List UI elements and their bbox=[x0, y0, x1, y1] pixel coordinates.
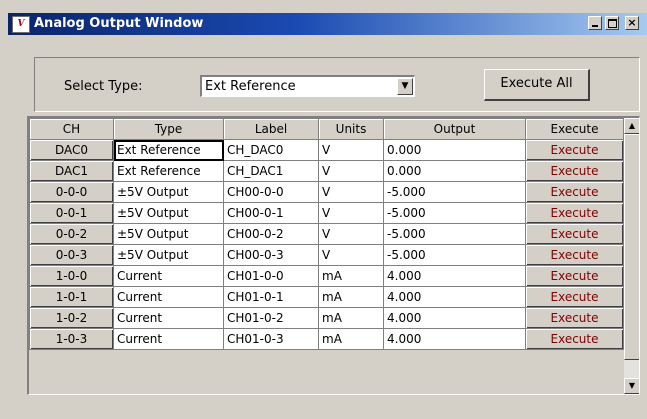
table-row[interactable]: 1-0-1 Current CH01-0-1 mA 4.000 Execute bbox=[29, 286, 624, 308]
execute-button[interactable]: Execute bbox=[525, 181, 624, 203]
channel-cell[interactable]: 0-0-0 bbox=[29, 181, 114, 203]
type-cell[interactable]: Current bbox=[113, 328, 224, 350]
scroll-down-icon[interactable]: ▼ bbox=[624, 378, 639, 394]
select-type-dropdown[interactable]: Ext Reference ▼ bbox=[200, 75, 415, 97]
label-cell[interactable]: CH00-0-3 bbox=[223, 244, 319, 266]
table-row[interactable]: DAC1 Ext Reference CH_DAC1 V 0.000 Execute bbox=[29, 160, 624, 182]
header-row: CH Type Label Units Output Execute bbox=[29, 118, 624, 140]
label-cell[interactable]: CH01-0-0 bbox=[223, 265, 319, 287]
type-cell[interactable]: Current bbox=[113, 286, 224, 308]
execute-button[interactable]: Execute bbox=[525, 307, 624, 329]
analog-output-window: V Analog Output Window × Select Type: Ex… bbox=[0, 0, 647, 419]
type-cell[interactable]: ±5V Output bbox=[113, 202, 224, 224]
scroll-up-icon[interactable]: ▲ bbox=[624, 118, 639, 134]
units-cell[interactable]: mA bbox=[318, 286, 384, 308]
table-row[interactable]: 0-0-1 ±5V Output CH00-0-1 V -5.000 Execute bbox=[29, 202, 624, 224]
output-cell[interactable]: 4.000 bbox=[383, 307, 526, 329]
units-cell[interactable]: V bbox=[318, 244, 384, 266]
column-header-execute[interactable]: Execute bbox=[525, 118, 624, 140]
type-cell[interactable]: Current bbox=[113, 307, 224, 329]
channel-cell[interactable]: DAC1 bbox=[29, 160, 114, 182]
units-cell[interactable]: V bbox=[318, 202, 384, 224]
label-cell[interactable]: CH_DAC0 bbox=[223, 139, 319, 161]
label-cell[interactable]: CH01-0-2 bbox=[223, 307, 319, 329]
label-cell[interactable]: CH01-0-3 bbox=[223, 328, 319, 350]
table-row[interactable]: 0-0-0 ±5V Output CH00-0-0 V -5.000 Execute bbox=[29, 181, 624, 203]
select-type-value: Ext Reference bbox=[205, 79, 296, 94]
vertical-scrollbar[interactable]: ▲ ▼ bbox=[624, 118, 639, 394]
label-cell[interactable]: CH01-0-1 bbox=[223, 286, 319, 308]
output-cell[interactable]: -5.000 bbox=[383, 244, 526, 266]
table-row[interactable]: 0-0-2 ±5V Output CH00-0-2 V -5.000 Execute bbox=[29, 223, 624, 245]
table-row[interactable]: 1-0-3 Current CH01-0-3 mA 4.000 Execute bbox=[29, 328, 624, 350]
type-cell[interactable]: ±5V Output bbox=[113, 181, 224, 203]
execute-button[interactable]: Execute bbox=[525, 223, 624, 245]
output-cell[interactable]: -5.000 bbox=[383, 181, 526, 203]
output-cell[interactable]: 4.000 bbox=[383, 328, 526, 350]
type-cell[interactable]: Ext Reference bbox=[113, 160, 224, 182]
maximize-button[interactable] bbox=[605, 16, 619, 30]
close-icon: × bbox=[627, 16, 637, 29]
execute-button[interactable]: Execute bbox=[525, 265, 624, 287]
channel-cell[interactable]: 1-0-1 bbox=[29, 286, 114, 308]
channel-cell[interactable]: 0-0-1 bbox=[29, 202, 114, 224]
column-header-output[interactable]: Output bbox=[383, 118, 526, 140]
channel-grid: CH Type Label Units Output Execute DAC0 E… bbox=[27, 116, 640, 395]
execute-button[interactable]: Execute bbox=[525, 160, 624, 182]
table-row[interactable]: 1-0-2 Current CH01-0-2 mA 4.000 Execute bbox=[29, 307, 624, 329]
dropdown-arrow-icon[interactable]: ▼ bbox=[397, 78, 413, 95]
label-cell[interactable]: CH00-0-1 bbox=[223, 202, 319, 224]
table-row[interactable]: DAC0 Ext Reference CH_DAC0 V 0.000 Execute bbox=[29, 139, 624, 161]
execute-button[interactable]: Execute bbox=[525, 328, 624, 350]
execute-button[interactable]: Execute bbox=[525, 202, 624, 224]
channel-cell[interactable]: 0-0-3 bbox=[29, 244, 114, 266]
type-cell[interactable]: Ext Reference bbox=[113, 139, 224, 161]
output-cell[interactable]: 0.000 bbox=[383, 160, 526, 182]
execute-button[interactable]: Execute bbox=[525, 286, 624, 308]
units-cell[interactable]: mA bbox=[318, 328, 384, 350]
type-cell[interactable]: ±5V Output bbox=[113, 223, 224, 245]
output-cell[interactable]: 4.000 bbox=[383, 286, 526, 308]
label-cell[interactable]: CH00-0-0 bbox=[223, 181, 319, 203]
units-cell[interactable]: V bbox=[318, 223, 384, 245]
type-cell[interactable]: ±5V Output bbox=[113, 244, 224, 266]
label-cell[interactable]: CH_DAC1 bbox=[223, 160, 319, 182]
units-cell[interactable]: mA bbox=[318, 307, 384, 329]
column-header-label[interactable]: Label bbox=[223, 118, 319, 140]
table-row[interactable]: 0-0-3 ±5V Output CH00-0-3 V -5.000 Execute bbox=[29, 244, 624, 266]
execute-all-button[interactable]: Execute All bbox=[484, 69, 590, 101]
column-header-type[interactable]: Type bbox=[113, 118, 224, 140]
execute-button[interactable]: Execute bbox=[525, 139, 624, 161]
units-cell[interactable]: mA bbox=[318, 265, 384, 287]
output-cell[interactable]: 4.000 bbox=[383, 265, 526, 287]
table-row[interactable]: 1-0-0 Current CH01-0-0 mA 4.000 Execute bbox=[29, 265, 624, 287]
column-header-units[interactable]: Units bbox=[318, 118, 384, 140]
app-icon[interactable]: V bbox=[12, 16, 30, 33]
label-cell[interactable]: CH00-0-2 bbox=[223, 223, 319, 245]
minimize-button[interactable] bbox=[588, 16, 602, 30]
channel-cell[interactable]: 1-0-2 bbox=[29, 307, 114, 329]
window-title: Analog Output Window bbox=[34, 16, 204, 31]
scroll-thumb[interactable] bbox=[624, 134, 639, 360]
channel-cell[interactable]: DAC0 bbox=[29, 139, 114, 161]
channel-table: CH Type Label Units Output Execute DAC0 E… bbox=[29, 118, 624, 350]
channel-cell[interactable]: 0-0-2 bbox=[29, 223, 114, 245]
output-cell[interactable]: -5.000 bbox=[383, 202, 526, 224]
title-bar[interactable]: V Analog Output Window × bbox=[8, 13, 647, 35]
units-cell[interactable]: V bbox=[318, 181, 384, 203]
select-type-label: Select Type: bbox=[64, 79, 143, 94]
channel-cell[interactable]: 1-0-0 bbox=[29, 265, 114, 287]
units-cell[interactable]: V bbox=[318, 139, 384, 161]
units-cell[interactable]: V bbox=[318, 160, 384, 182]
channel-rows: DAC0 Ext Reference CH_DAC0 V 0.000 Execute DAC… bbox=[29, 139, 624, 350]
close-button[interactable]: × bbox=[625, 16, 639, 30]
channel-cell[interactable]: 1-0-3 bbox=[29, 328, 114, 350]
column-header-ch[interactable]: CH bbox=[29, 118, 114, 140]
type-cell[interactable]: Current bbox=[113, 265, 224, 287]
output-cell[interactable]: 0.000 bbox=[383, 139, 526, 161]
output-cell[interactable]: -5.000 bbox=[383, 223, 526, 245]
execute-button[interactable]: Execute bbox=[525, 244, 624, 266]
